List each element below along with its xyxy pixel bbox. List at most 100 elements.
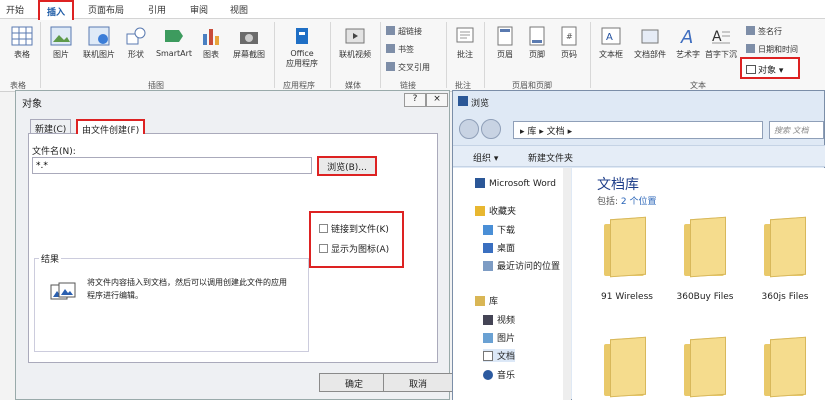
chart-button[interactable]: 图表 xyxy=(199,26,223,60)
nav-favorites[interactable]: 收藏夹 xyxy=(475,204,516,217)
separator xyxy=(330,22,331,88)
help-button[interactable]: ? xyxy=(404,93,426,107)
footer-icon xyxy=(529,26,545,46)
nav-microsoft-word[interactable]: Microsoft Word xyxy=(475,178,556,189)
recent-places-icon xyxy=(483,261,493,271)
folder-icon[interactable] xyxy=(760,336,820,398)
organize-button[interactable]: 组织 ▾ xyxy=(473,151,498,164)
hyperlink-button[interactable]: 超链接 xyxy=(386,26,422,37)
nav-desktop[interactable]: 桌面 xyxy=(483,241,515,254)
navpane-scrollbar[interactable] xyxy=(563,168,571,400)
folder-icon[interactable] xyxy=(760,216,820,278)
nav-recent[interactable]: 最近访问的位置 xyxy=(483,259,560,272)
nav-videos[interactable]: 视频 xyxy=(483,313,515,326)
signature-line-button[interactable]: 签名行 xyxy=(746,26,782,37)
link-to-file-checkbox[interactable]: 链接到文件(K) xyxy=(319,222,389,235)
forward-icon[interactable] xyxy=(481,119,501,139)
tab-review[interactable]: 审阅 xyxy=(190,3,208,16)
filename-field[interactable] xyxy=(32,157,312,174)
music-icon xyxy=(483,370,493,380)
tab-view[interactable]: 视图 xyxy=(230,3,248,16)
folder-label[interactable]: 91 Wireless xyxy=(592,292,662,302)
close-button[interactable]: × xyxy=(426,93,448,107)
header-button[interactable]: 页眉 xyxy=(492,26,518,60)
folder-icon[interactable] xyxy=(680,336,740,398)
result-description: 将文件内容插入到文档，然后可以调用创建此文件的应用程序进行编辑。 xyxy=(87,278,287,300)
nav-downloads[interactable]: 下载 xyxy=(483,223,515,236)
checkbox-icon xyxy=(319,224,328,233)
separator xyxy=(380,22,381,88)
navigation-pane: Microsoft Word 收藏夹 下载 桌面 最近访问的位置 库 视频 图片… xyxy=(453,168,571,400)
svg-text:A: A xyxy=(606,32,613,43)
address-bar[interactable]: ▸ 库 ▸ 文档 ▸ xyxy=(513,121,763,139)
comment-button[interactable]: 批注 xyxy=(452,26,478,60)
online-picture-button[interactable]: 联机图片 xyxy=(78,26,120,60)
breadcrumb-documents[interactable]: 文档 xyxy=(547,127,565,137)
new-folder-button[interactable]: 新建文件夹 xyxy=(528,151,573,164)
calendar-icon xyxy=(746,44,755,53)
quick-parts-icon xyxy=(641,29,659,44)
browse-button[interactable]: 浏览(B)... xyxy=(317,156,377,176)
office-apps-button[interactable]: Office 应用程序 xyxy=(278,26,326,69)
word-icon xyxy=(458,96,468,106)
object-button[interactable]: 对象 ▾ xyxy=(740,57,800,79)
command-bar: 组织 ▾ 新建文件夹 xyxy=(453,145,825,167)
breadcrumb-arrow-icon: ▸ xyxy=(567,127,573,137)
cross-reference-button[interactable]: 交叉引用 xyxy=(386,62,430,73)
screenshot-button[interactable]: 屏幕截图 xyxy=(228,26,270,60)
navigation-bar: ▸ 库 ▸ 文档 ▸ 搜索 文档 xyxy=(453,115,825,143)
tab-references[interactable]: 引用 xyxy=(148,3,166,16)
nav-pictures[interactable]: 图片 xyxy=(483,331,515,344)
textbox-button[interactable]: A 文本框 xyxy=(594,26,628,60)
smartart-button[interactable]: SmartArt xyxy=(153,26,195,58)
dropcap-button[interactable]: A 首字下沉 xyxy=(702,26,740,60)
folder-label[interactable]: 360js Files xyxy=(750,292,820,302)
textbox-icon: A xyxy=(601,27,621,45)
nav-music[interactable]: 音乐 xyxy=(483,368,515,381)
nav-documents[interactable]: 文档 xyxy=(483,349,516,362)
footer-button[interactable]: 页脚 xyxy=(524,26,550,60)
page-number-icon: # xyxy=(561,26,577,46)
folder-label[interactable]: 360Buy Files xyxy=(670,292,740,302)
tab-home[interactable]: 开始 xyxy=(6,3,24,16)
quick-parts-button[interactable]: 文档部件 xyxy=(630,26,670,60)
options-highlight: 链接到文件(K) 显示为图标(A) xyxy=(309,211,404,268)
tab-page-layout[interactable]: 页面布局 xyxy=(88,3,124,16)
picture-icon xyxy=(483,333,493,343)
breadcrumb-arrow-icon: ▸ xyxy=(539,127,547,137)
display-as-icon-checkbox[interactable]: 显示为图标(A) xyxy=(319,242,389,255)
picture-button[interactable]: 图片 xyxy=(48,26,74,60)
result-frame xyxy=(34,258,309,352)
folder-icon[interactable] xyxy=(680,216,740,278)
ribbon: 开始 插入 页面布局 引用 审阅 视图 表格 图片 联机图片 形状 SmartA… xyxy=(0,0,825,92)
table-button[interactable]: 表格 xyxy=(8,26,36,60)
word-icon xyxy=(475,178,485,188)
online-video-button[interactable]: 联机视频 xyxy=(334,26,376,60)
separator xyxy=(590,22,591,88)
wordart-button[interactable]: A 艺术字 xyxy=(672,26,704,60)
folder-icon[interactable] xyxy=(600,216,660,278)
wordart-icon: A xyxy=(680,27,693,46)
datetime-button[interactable]: 日期和时间 xyxy=(746,44,798,55)
back-icon[interactable] xyxy=(459,119,479,139)
svg-text:A: A xyxy=(680,27,693,46)
video-icon xyxy=(483,315,493,325)
separator xyxy=(274,22,275,88)
bookmark-button[interactable]: 书签 xyxy=(386,44,414,55)
nav-libraries[interactable]: 库 xyxy=(475,294,498,307)
locations-link[interactable]: 2 个位置 xyxy=(621,197,657,207)
page-number-button[interactable]: # 页码 xyxy=(556,26,582,60)
picture-icon xyxy=(50,26,72,46)
tab-insert[interactable]: 插入 xyxy=(38,0,75,20)
breadcrumb-libraries[interactable]: 库 xyxy=(527,127,536,137)
folder-icon[interactable] xyxy=(600,336,660,398)
ok-button[interactable]: 确定 xyxy=(319,373,389,392)
tab-from-file[interactable]: 由文件创建(F) xyxy=(76,119,146,136)
cancel-button[interactable]: 取消 xyxy=(383,373,453,392)
search-input[interactable]: 搜索 文档 xyxy=(769,121,824,139)
object-dialog: 对象 ? × 新建(C) 由文件创建(F) 文件名(N): 浏览(B)... 链… xyxy=(15,90,453,400)
desktop-icon xyxy=(483,243,493,253)
tab-new[interactable]: 新建(C) xyxy=(30,119,72,135)
shapes-button[interactable]: 形状 xyxy=(124,26,148,60)
document-icon xyxy=(483,351,493,361)
